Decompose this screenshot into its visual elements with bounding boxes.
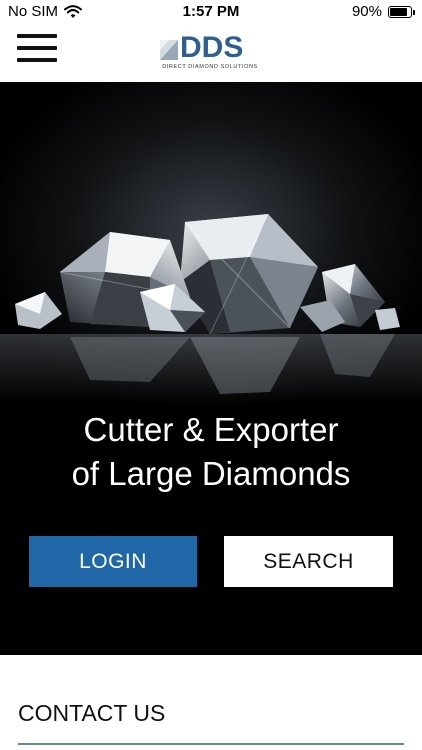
diamond-logo-icon [160, 40, 178, 60]
hamburger-icon [17, 46, 57, 50]
search-button[interactable]: SEARCH [224, 536, 393, 587]
status-right: 90% [351, 3, 415, 20]
contact-divider [18, 743, 404, 745]
hero-title-line2: of Large Diamonds [71, 455, 351, 492]
contact-us-heading: CONTACT US [18, 700, 166, 726]
hamburger-icon [17, 34, 57, 38]
battery-icon [388, 5, 415, 18]
hero-banner: Cutter & Exporter of Large Diamonds LOGI… [0, 82, 422, 655]
hamburger-icon [17, 58, 57, 62]
login-button[interactable]: LOGIN [29, 536, 197, 587]
status-bar: No SIM 1:57 PM 90% [0, 0, 422, 24]
diamonds-image [0, 82, 422, 412]
menu-button[interactable] [17, 34, 57, 62]
battery-percent: 90% [351, 3, 382, 20]
dds-logo: DDS DIRECT DIAMOND SOLUTIONS [158, 31, 262, 70]
hero-title-line1: Cutter & Exporter [83, 411, 339, 448]
hero-title: Cutter & Exporter of Large Diamonds [0, 408, 422, 496]
battery-fill [390, 7, 408, 16]
app-header: DDS DIRECT DIAMOND SOLUTIONS [0, 24, 422, 82]
logo-subtitle: DIRECT DIAMOND SOLUTIONS [162, 64, 258, 70]
logo-text: DDS [180, 31, 244, 64]
